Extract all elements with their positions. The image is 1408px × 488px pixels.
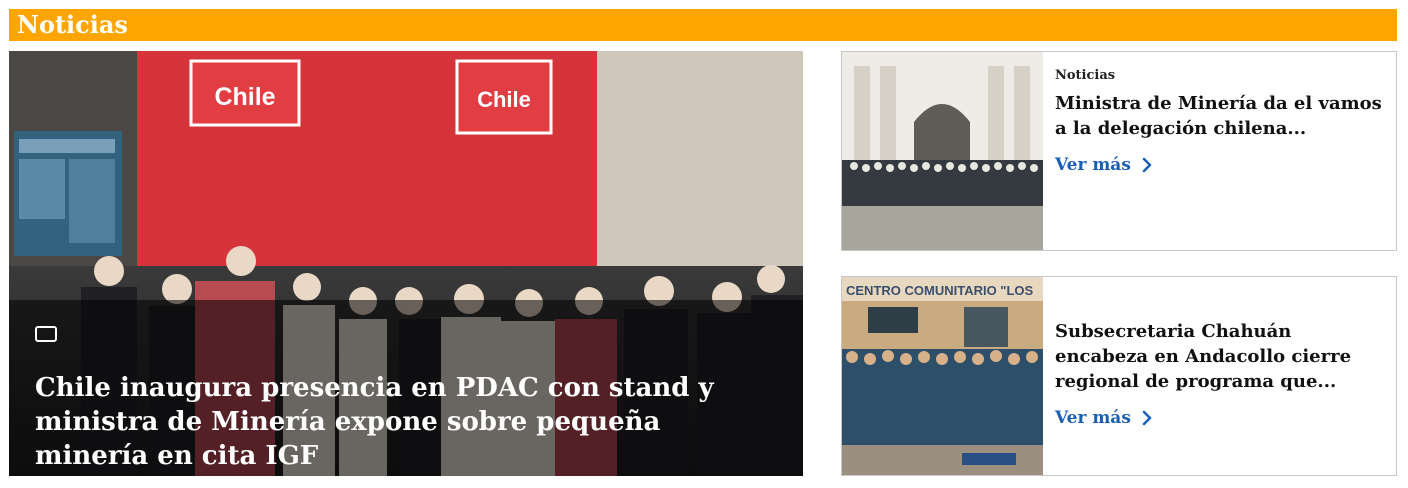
news-card-title[interactable]: Ministra de Minería da el vamos a la del… [1055,91,1385,141]
news-card-body: Subsecretaria Chahuán encabeza en Andaco… [1055,319,1385,428]
hero-image-brand-left: Chile [214,83,275,111]
view-more-link[interactable]: Ver más [1055,408,1155,428]
news-card-category: Noticias [1055,68,1116,83]
news-card-image-sign: CENTRO COMUNITARIO "LOS [846,283,1034,298]
view-more-link[interactable]: Ver más [1055,155,1155,175]
view-more-label: Ver más [1055,155,1131,175]
section-title: Noticias [17,10,128,39]
featured-news-card[interactable]: Chile Chile Chile inaugura presencia en … [9,51,803,476]
news-card[interactable]: CENTRO COMUNITARIO "LOS Subsecretaria Ch… [841,276,1397,476]
chevron-right-icon [1142,157,1152,173]
view-more-label: Ver más [1055,408,1131,428]
hero-title[interactable]: Chile inaugura presencia en PDAC con sta… [35,371,755,473]
news-card[interactable]: Noticias Ministra de Minería da el vamos… [841,51,1397,251]
section-header: Noticias [9,9,1397,41]
news-card-image: CENTRO COMUNITARIO "LOS [842,277,1043,475]
news-card-image [842,52,1043,250]
chevron-right-icon [1142,410,1152,426]
video-icon [35,326,57,342]
news-card-title[interactable]: Subsecretaria Chahuán encabeza en Andaco… [1055,319,1385,394]
hero-image-brand-right: Chile [477,87,531,112]
news-card-body: Noticias Ministra de Minería da el vamos… [1055,66,1385,175]
